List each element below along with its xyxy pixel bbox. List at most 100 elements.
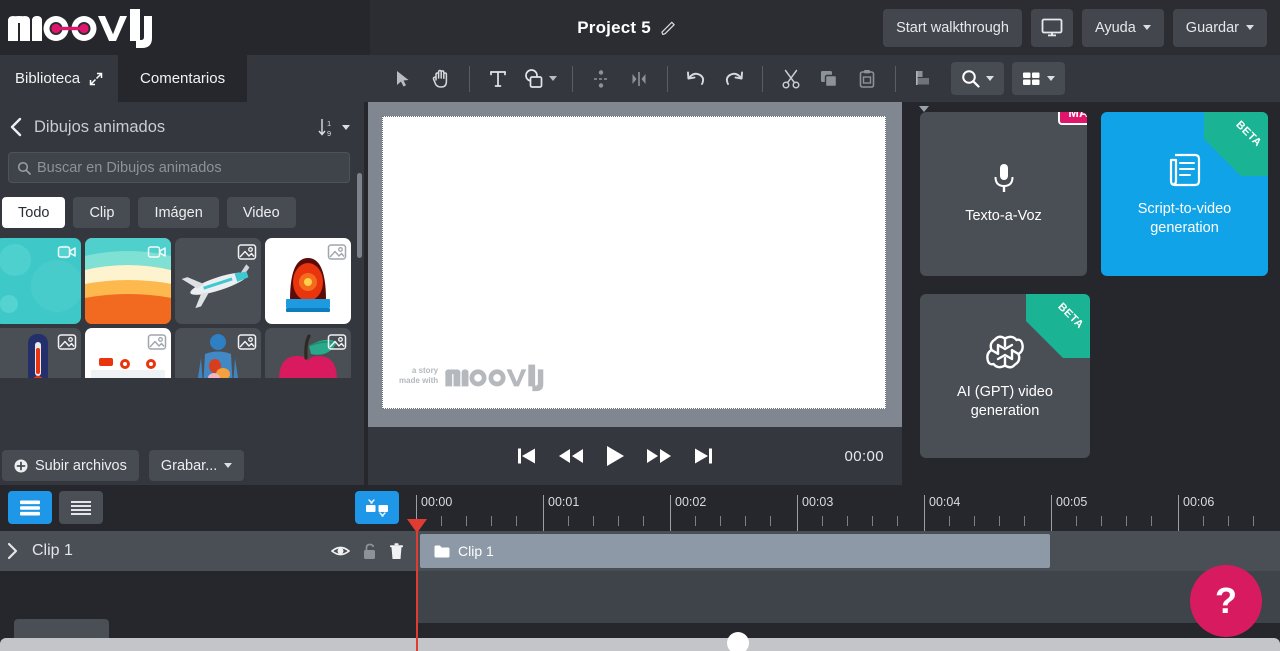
chevron-right-icon[interactable] bbox=[4, 542, 22, 560]
pan-hand-tool[interactable] bbox=[422, 60, 460, 98]
beta-ribbon: BETA bbox=[1026, 294, 1090, 358]
undo-icon bbox=[687, 71, 705, 85]
asset-thumb-orange-waves[interactable] bbox=[85, 238, 171, 324]
image-icon bbox=[147, 334, 167, 350]
scissors-icon bbox=[782, 69, 800, 89]
timeline-ruler[interactable]: 00:00 00:01 00:02 00:03 00:04 00:05 00:0… bbox=[416, 485, 1280, 531]
top-header-bar: Project 5 Start walkthrough Ayuda Guarda… bbox=[0, 0, 1280, 55]
layout-grid-button[interactable] bbox=[1012, 62, 1065, 95]
asset-thumb-siren[interactable] bbox=[265, 238, 351, 324]
filter-pill-imagen[interactable]: Imágen bbox=[138, 197, 219, 228]
editor-toolbar bbox=[364, 55, 1280, 112]
library-filter-pills: Todo Clip Imágen Video bbox=[0, 183, 364, 228]
trash-icon[interactable] bbox=[389, 542, 404, 560]
undo-tool[interactable] bbox=[677, 60, 715, 98]
moovly-logo[interactable] bbox=[0, 0, 370, 55]
tab-biblioteca[interactable]: Biblioteca bbox=[0, 55, 119, 102]
watermark-line-2: made with bbox=[399, 376, 439, 385]
scrollbar-handle[interactable] bbox=[727, 632, 749, 651]
select-arrow-tool[interactable] bbox=[384, 60, 422, 98]
openai-logo-icon bbox=[986, 335, 1024, 369]
save-menu-button[interactable]: Guardar bbox=[1172, 8, 1267, 47]
rewind-icon bbox=[559, 449, 583, 463]
timeline-view-blocks[interactable] bbox=[8, 491, 52, 524]
zoom-control-button[interactable] bbox=[951, 62, 1004, 95]
chevron-left-icon[interactable] bbox=[6, 116, 28, 138]
skip-start-icon bbox=[518, 448, 535, 464]
timeline-view-toggles bbox=[8, 491, 103, 524]
lock-icon[interactable] bbox=[362, 543, 377, 560]
text-t-icon bbox=[490, 70, 506, 87]
copy-icon bbox=[821, 70, 838, 87]
copy-tool[interactable] bbox=[810, 60, 848, 98]
record-label: Grabar... bbox=[160, 457, 218, 474]
chevron-down-icon bbox=[549, 76, 557, 81]
svg-text:1: 1 bbox=[327, 119, 331, 128]
play-button[interactable] bbox=[604, 444, 626, 468]
visibility-eye-icon[interactable] bbox=[331, 544, 350, 558]
beta-ribbon: BETA bbox=[1204, 112, 1268, 176]
library-footer: Subir archivos Grabar... bbox=[0, 443, 364, 488]
align-horizontal-tool[interactable] bbox=[620, 60, 658, 98]
design-canvas[interactable]: a story made with bbox=[382, 116, 886, 409]
tab-comentarios-label: Comentarios bbox=[140, 70, 226, 87]
asset-thumb-apple[interactable] bbox=[265, 328, 351, 378]
search-box[interactable] bbox=[8, 152, 350, 183]
timeline-clip-block[interactable]: Clip 1 bbox=[420, 534, 1050, 568]
filter-pill-video[interactable]: Video bbox=[226, 197, 296, 228]
clip-label: Clip 1 bbox=[458, 543, 494, 559]
library-tabs: Biblioteca Comentarios bbox=[0, 55, 364, 102]
upload-files-button[interactable]: Subir archivos bbox=[2, 450, 139, 481]
asset-thumb-airplane[interactable] bbox=[175, 238, 261, 324]
script-to-video-card[interactable]: BETA Script-to-video generation bbox=[1101, 112, 1268, 276]
skip-start-button[interactable] bbox=[516, 446, 538, 466]
search-input[interactable] bbox=[37, 159, 349, 176]
tab-comentarios[interactable]: Comentarios bbox=[118, 55, 248, 102]
paste-tool[interactable] bbox=[848, 60, 886, 98]
search-row bbox=[0, 152, 364, 183]
toolbar-divider bbox=[667, 65, 668, 92]
filter-pill-todo[interactable]: Todo bbox=[2, 197, 66, 228]
sort-control[interactable]: 1 9 bbox=[318, 118, 350, 137]
start-walkthrough-button[interactable]: Start walkthrough bbox=[883, 8, 1022, 47]
fast-forward-button[interactable] bbox=[646, 446, 672, 466]
timeline-view-lines[interactable] bbox=[59, 491, 103, 524]
stage-right-gap bbox=[902, 102, 916, 485]
cut-tool[interactable] bbox=[772, 60, 810, 98]
library-scrollbar[interactable] bbox=[357, 173, 362, 258]
arrange-layers-tool[interactable] bbox=[905, 60, 943, 112]
redo-tool[interactable] bbox=[715, 60, 753, 98]
filter-pill-clip[interactable]: Clip bbox=[73, 197, 131, 228]
record-button[interactable]: Grabar... bbox=[148, 450, 245, 481]
asset-thumb-thermometer[interactable] bbox=[0, 328, 81, 378]
asset-thumb-teal-bubbles[interactable] bbox=[0, 238, 81, 324]
horizontal-scrollbar[interactable] bbox=[0, 632, 1280, 651]
rewind-button[interactable] bbox=[558, 446, 584, 466]
library-panel: Biblioteca Comentarios Dibujos animados bbox=[0, 55, 364, 488]
track-header: Clip 1 bbox=[0, 531, 416, 571]
toolbar-divider bbox=[895, 65, 896, 92]
chevron-down-icon bbox=[1246, 25, 1254, 30]
asset-thumb-anatomy[interactable] bbox=[175, 328, 261, 378]
pencil-icon[interactable] bbox=[661, 20, 676, 35]
ai-gpt-video-card[interactable]: BETA AI (GPT) video generation bbox=[920, 294, 1090, 458]
timeline-playhead[interactable] bbox=[407, 519, 427, 651]
align-vertical-tool[interactable] bbox=[582, 60, 620, 98]
shapes-icon bbox=[525, 68, 543, 88]
grid-layout-icon bbox=[1023, 72, 1040, 85]
help-floating-button[interactable]: ? bbox=[1190, 565, 1262, 637]
split-clip-button[interactable] bbox=[355, 491, 399, 524]
asset-grid bbox=[0, 228, 364, 378]
image-icon bbox=[57, 334, 77, 350]
help-menu-button[interactable]: Ayuda bbox=[1081, 8, 1164, 47]
expand-diagonal-icon bbox=[89, 72, 103, 85]
asset-thumb-hospital[interactable] bbox=[85, 328, 171, 378]
text-to-speech-card[interactable]: MAX Texto-a-Voz bbox=[920, 112, 1087, 276]
playback-time: 00:00 bbox=[844, 447, 884, 465]
text-tool[interactable] bbox=[479, 60, 517, 98]
skip-end-button[interactable] bbox=[692, 446, 714, 466]
present-mode-button[interactable] bbox=[1030, 8, 1073, 47]
shapes-tool[interactable] bbox=[517, 60, 563, 98]
canvas-watermark: a story made with bbox=[399, 363, 546, 392]
timeline-body[interactable] bbox=[416, 571, 1280, 623]
